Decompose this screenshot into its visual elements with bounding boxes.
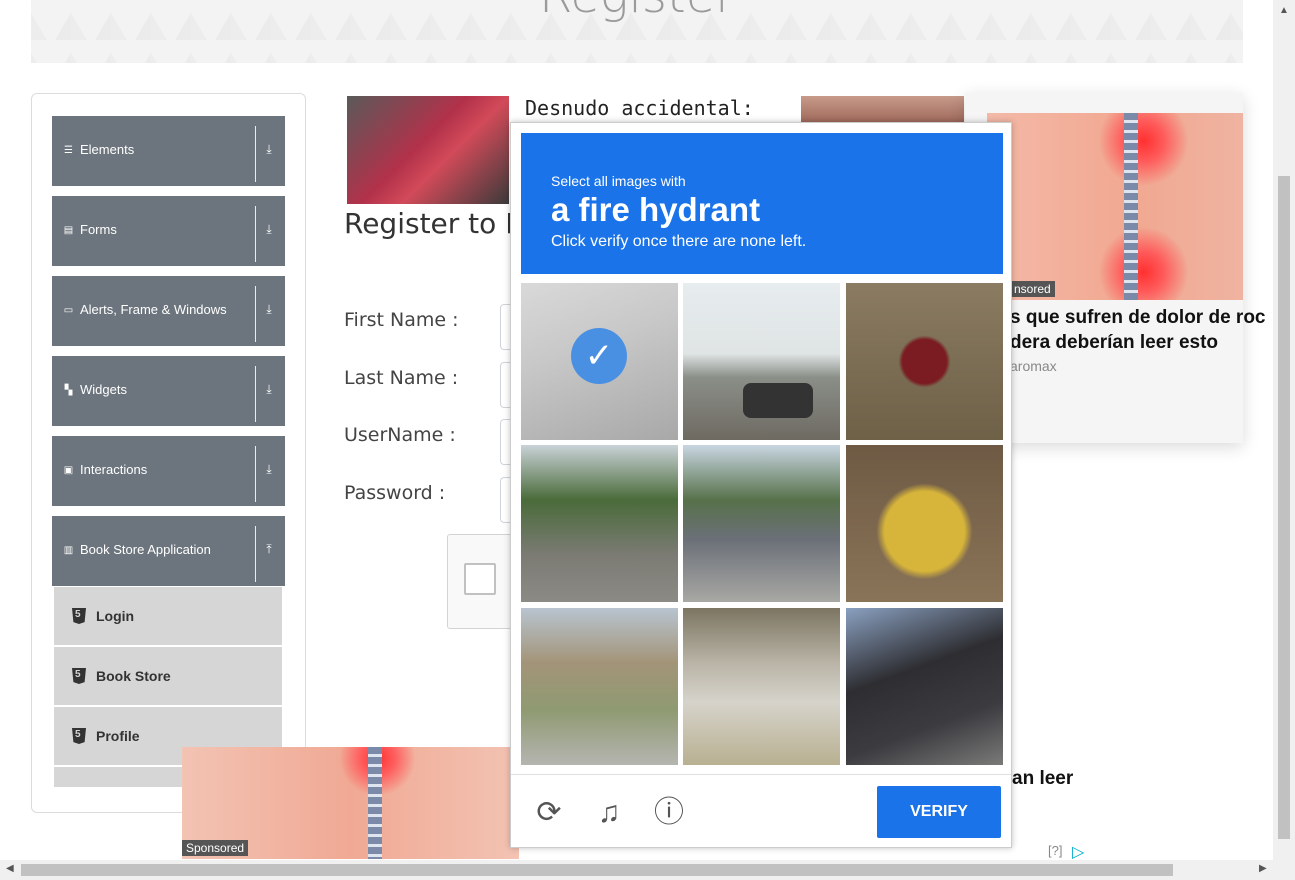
sidebar-group-interactions[interactable]: ▣ Interactions ⤓: [52, 436, 285, 506]
sidebar-item-login[interactable]: Login: [54, 587, 282, 645]
register-heading: Register to B: [344, 207, 525, 240]
divider: [255, 446, 256, 502]
scroll-left-icon[interactable]: ◀: [6, 863, 14, 874]
last-name-label: Last Name :: [344, 367, 459, 389]
ad-image[interactable]: [987, 113, 1243, 300]
captcha-tile-3[interactable]: [846, 283, 1003, 440]
form-icon: ▤: [63, 225, 74, 236]
download-icon: ⤓: [266, 302, 272, 316]
ad-source: aromax: [1010, 358, 1057, 374]
horizontal-scrollbar[interactable]: ◀ ▶: [0, 860, 1295, 880]
ad-info-link[interactable]: [?]: [1048, 843, 1062, 858]
recaptcha-checkbox[interactable]: [464, 563, 496, 595]
divider: [255, 126, 256, 182]
info-icon[interactable]: ⓘ: [649, 793, 689, 833]
sponsored-badge: Sponsored: [182, 840, 249, 856]
scroll-thumb[interactable]: [21, 864, 1173, 876]
captcha-tile-7[interactable]: [521, 608, 678, 765]
widgets-icon: ▚: [64, 385, 73, 396]
verify-button[interactable]: VERIFY: [877, 786, 1001, 838]
sidebar-item-label: Login: [96, 608, 135, 624]
sidebar-item-book-store[interactable]: Book Store: [54, 647, 282, 705]
sidebar-group-elements[interactable]: ☰ Elements ⤓: [52, 116, 285, 186]
captcha-tile-6[interactable]: [846, 445, 1003, 602]
ad-image[interactable]: [801, 96, 964, 122]
interactions-icon: ▣: [63, 465, 74, 476]
scroll-right-icon[interactable]: ▶: [1259, 863, 1267, 874]
captcha-target: a fire hydrant: [551, 191, 761, 228]
sidebar-group-alerts[interactable]: ▭ Alerts, Frame & Windows ⤓: [52, 276, 285, 346]
ad-text-line: dera deberían leer esto: [1010, 332, 1219, 353]
sidebar-group-label: Elements: [80, 142, 135, 157]
captcha-tile-9[interactable]: [846, 608, 1003, 765]
html5-icon: [72, 608, 86, 624]
vertical-scrollbar[interactable]: ▲: [1273, 0, 1295, 860]
divider: [255, 206, 256, 262]
scroll-thumb[interactable]: [1278, 176, 1290, 839]
download-icon: ⤓: [266, 222, 272, 236]
sponsored-badge: nsored: [1010, 281, 1055, 297]
headphones-icon[interactable]: ♫: [589, 793, 629, 833]
page: Register ☰ Elements ⤓ ▤ Forms ⤓ ▭ Alerts…: [0, 0, 1295, 880]
captcha-tile-5[interactable]: [683, 445, 840, 602]
page-title: Register: [31, 0, 1243, 24]
download-icon: ⤓: [266, 462, 272, 476]
sidebar-group-forms[interactable]: ▤ Forms ⤓: [52, 196, 285, 266]
first-name-label: First Name :: [344, 309, 459, 331]
spine-illustration: [1124, 113, 1138, 300]
captcha-hint: Click verify once there are none left.: [551, 233, 807, 250]
captcha-tile-1[interactable]: ✓: [521, 283, 678, 440]
sidebar-group-label: Interactions: [80, 462, 148, 477]
sidebar-group-label: Book Store Application: [80, 542, 211, 557]
sidebar: ☰ Elements ⤓ ▤ Forms ⤓ ▭ Alerts, Frame &…: [31, 93, 306, 813]
page-banner: Register: [31, 0, 1243, 63]
divider: [511, 774, 1011, 775]
ad-bottom-text[interactable]: an leer: [1012, 768, 1073, 790]
scroll-up-icon[interactable]: ▲: [1279, 5, 1289, 16]
recaptcha-widget: [447, 534, 517, 629]
download-icon: ⤓: [266, 382, 272, 396]
html5-icon: [72, 668, 86, 684]
captcha-tile-4[interactable]: [521, 445, 678, 602]
sidebar-group-book-store[interactable]: ▥ Book Store Application ⤒: [52, 516, 285, 586]
spine-illustration: [368, 747, 382, 859]
download-icon: ⤓: [266, 142, 272, 156]
hamburger-icon: ☰: [64, 145, 73, 156]
ad-thumbnail[interactable]: [347, 96, 509, 204]
ad-text-line: s que sufren de dolor de roc: [1010, 307, 1266, 328]
sidebar-group-widgets[interactable]: ▚ Widgets ⤓: [52, 356, 285, 426]
captcha-tile-8[interactable]: [683, 608, 840, 765]
window-icon: ▭: [63, 305, 74, 316]
ad-right-text[interactable]: s que sufren de dolor de roc dera deberí…: [1010, 305, 1266, 355]
adchoices-icon[interactable]: ▷: [1072, 842, 1084, 862]
divider: [255, 286, 256, 342]
html5-icon: [72, 728, 86, 744]
captcha-challenge: Select all images with a fire hydrant Cl…: [510, 122, 1012, 848]
password-label: Password :: [344, 482, 446, 504]
sidebar-group-label: Widgets: [80, 382, 127, 397]
sidebar-group-label: Forms: [80, 222, 117, 237]
sidebar-item-label: Book Store: [96, 668, 171, 684]
sidebar-group-label: Alerts, Frame & Windows: [80, 302, 227, 317]
upload-icon: ⤒: [266, 542, 272, 556]
captcha-header: Select all images with a fire hydrant Cl…: [521, 133, 1003, 274]
reload-icon[interactable]: ⟳: [529, 793, 569, 833]
divider: [255, 366, 256, 422]
divider: [255, 526, 256, 582]
sidebar-item-label: Profile: [96, 728, 140, 744]
check-icon: ✓: [571, 328, 627, 384]
captcha-instruction: Select all images with: [551, 173, 686, 189]
captcha-tile-2[interactable]: [683, 283, 840, 440]
username-label: UserName :: [344, 424, 456, 446]
books-icon: ▥: [63, 545, 74, 556]
